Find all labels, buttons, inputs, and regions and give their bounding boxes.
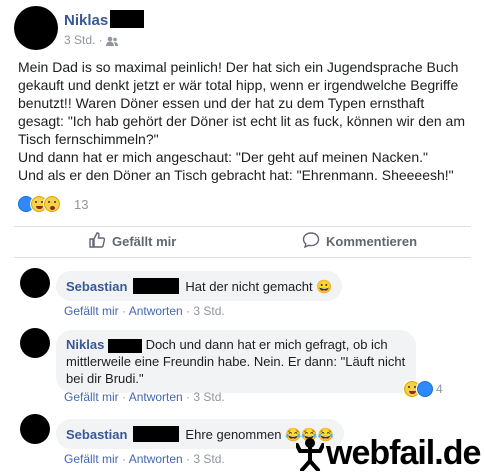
comment-actions: Gefällt mir · Antworten · 3 Std. [64,452,225,466]
like-button-label: Gefällt mir [112,234,177,249]
comment-reply-link[interactable]: Antworten [129,304,183,318]
post-text: Mein Dad is so maximal peinlich! Der hat… [18,59,465,183]
redacted-surname [110,10,144,28]
comment-text: Hat der nicht gemacht 😀 [185,278,333,294]
like-reaction-icon [417,381,433,397]
comment-reply-link[interactable]: Antworten [129,390,183,404]
comment-button[interactable]: Kommentieren [302,231,417,252]
watermark: webfail.de [326,434,481,472]
redacted-surname [133,278,180,294]
comment-timestamp[interactable]: 3 Std. [193,390,224,404]
comment-author[interactable]: Sebastian [66,278,127,295]
post-timestamp[interactable]: 3 Std. · [64,33,103,47]
comment-reaction-count[interactable]: 4 [436,382,443,396]
comment-timestamp[interactable]: 3 Std. [193,452,224,466]
redacted-surname [133,426,180,442]
redacted-surname [107,338,142,353]
comment-avatar[interactable] [20,268,50,298]
comment-bubble: Niklas Doch und dann hat er mich gefragt… [56,330,416,393]
comment-like-link[interactable]: Gefällt mir [64,304,119,318]
webfail-logo-icon [295,437,325,472]
comment-like-link[interactable]: Gefällt mir [64,452,119,466]
thumbs-up-icon [88,231,106,252]
comment-bubble-icon [302,231,320,252]
comment-like-link[interactable]: Gefällt mir [64,390,119,404]
comment-avatar[interactable] [20,328,50,358]
comment-actions: Gefällt mir · Antworten · 3 Std. [64,390,225,404]
comment-actions: Gefällt mir · Antworten · 3 Std. [64,304,225,318]
post-reactions[interactable] [18,196,60,212]
post-author-name[interactable]: Niklas [64,12,108,29]
post-author-avatar[interactable] [14,6,58,50]
like-button[interactable]: Gefällt mir [88,231,176,252]
comment-timestamp[interactable]: 3 Std. [193,304,224,318]
friends-audience-icon [106,34,118,46]
comment-reactions[interactable] [404,381,433,397]
comment-avatar[interactable] [20,414,50,444]
comment-button-label: Kommentieren [326,234,418,249]
comment-reply-link[interactable]: Antworten [129,452,183,466]
wow-reaction-icon [44,196,60,212]
comment-author[interactable]: Niklas [66,337,104,352]
comment-author[interactable]: Sebastian [66,426,127,443]
comment-bubble: Sebastian Hat der nicht gemacht 😀 [56,271,343,301]
post-reaction-count[interactable]: 13 [74,197,88,212]
